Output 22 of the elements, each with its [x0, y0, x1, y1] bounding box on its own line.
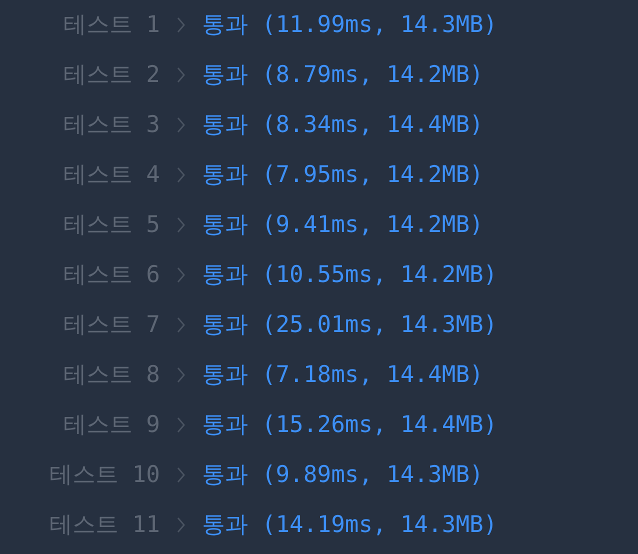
chevron-icon: [176, 516, 186, 534]
chevron-icon: [176, 116, 186, 134]
result-text: 통과 (8.79ms, 14.2MB): [202, 60, 484, 90]
result-text: 통과 (15.26ms, 14.4MB): [202, 410, 498, 440]
chevron-icon: [176, 416, 186, 434]
result-text: 통과 (11.99ms, 14.3MB): [202, 10, 498, 40]
chevron-icon: [176, 66, 186, 84]
chevron-icon: [176, 216, 186, 234]
result-text: 통과 (7.18ms, 14.4MB): [202, 360, 484, 390]
result-text: 통과 (25.01ms, 14.3MB): [202, 310, 498, 340]
chevron-icon: [176, 16, 186, 34]
result-text: 통과 (9.89ms, 14.3MB): [202, 460, 484, 490]
chevron-icon: [176, 466, 186, 484]
result-text: 통과 (14.19ms, 14.3MB): [202, 510, 498, 540]
result-text: 통과 (10.55ms, 14.2MB): [202, 260, 498, 290]
result-text: 통과 (8.34ms, 14.4MB): [202, 110, 484, 140]
result-text: 통과 (9.41ms, 14.2MB): [202, 210, 484, 240]
result-text: 통과 (7.95ms, 14.2MB): [202, 160, 484, 190]
chevron-icon: [176, 316, 186, 334]
chevron-icon: [176, 266, 186, 284]
chevron-icon: [176, 166, 186, 184]
chevron-icon: [176, 366, 186, 384]
